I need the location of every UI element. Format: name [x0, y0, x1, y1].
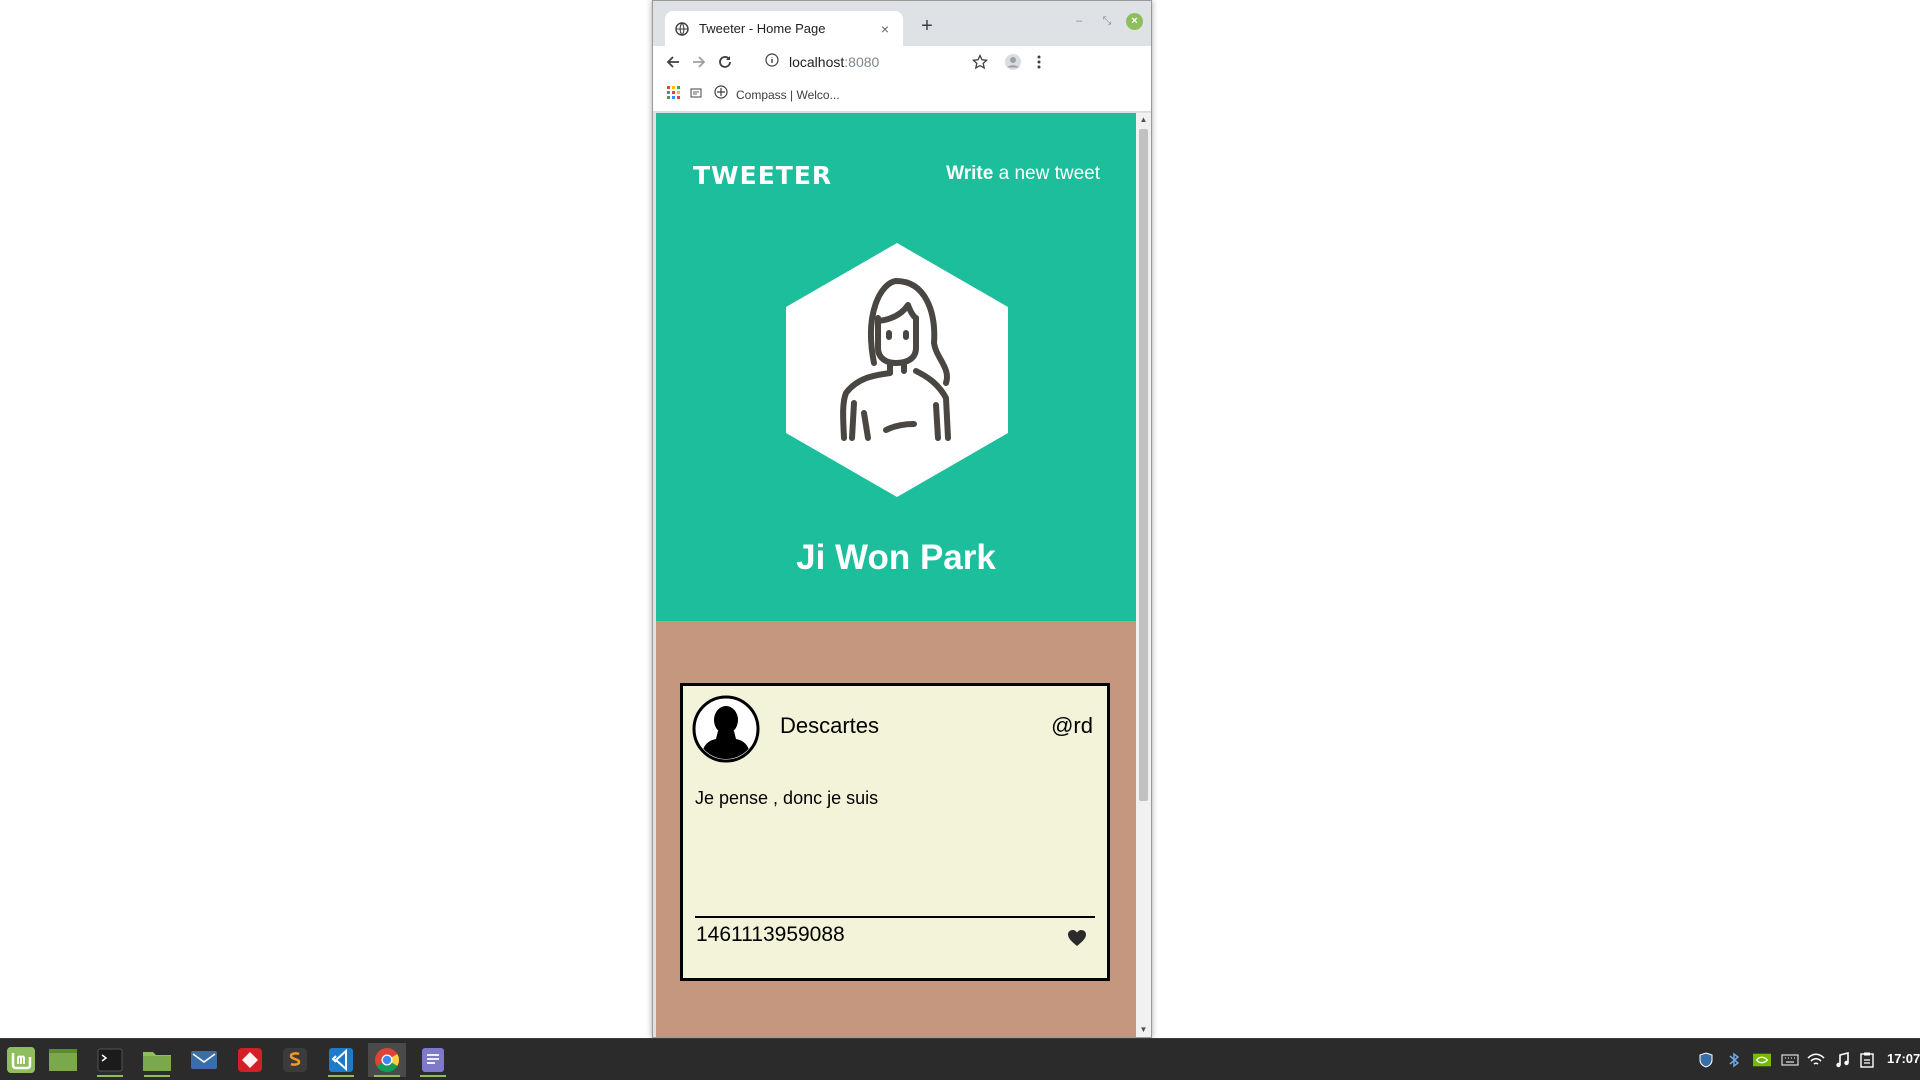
app-logo[interactable]: TWEETER	[693, 161, 832, 190]
tweet-card: Descartes @rd Je pense , donc je suis 14…	[680, 683, 1110, 981]
write-link-rest: a new tweet	[993, 163, 1100, 184]
clipboard-icon[interactable]	[1858, 1051, 1876, 1069]
tab-title: Tweeter - Home Page	[699, 21, 826, 36]
tweet-divider	[695, 916, 1095, 918]
tweet-text: Je pense , donc je suis	[695, 788, 879, 808]
bookmarks-bar: Compass | Welco...	[653, 78, 1151, 112]
tweet-author-handle: @rd	[1051, 713, 1093, 738]
nvidia-icon[interactable]	[1753, 1051, 1771, 1069]
music-icon[interactable]	[1833, 1051, 1851, 1069]
browser-toolbar: localhost :8080	[653, 46, 1151, 78]
taskbar: 17:07	[0, 1038, 1920, 1080]
scroll-thumb[interactable]	[1139, 129, 1148, 801]
new-tab-button[interactable]: +	[915, 14, 939, 38]
anydesk-icon[interactable]	[231, 1043, 269, 1077]
browser-tab[interactable]: Tweeter - Home Page ×	[665, 11, 903, 46]
bookmark-compass[interactable]: Compass | Welco...	[736, 88, 840, 102]
url-host: localhost	[789, 54, 845, 70]
tweet-author-name: Descartes	[780, 713, 880, 738]
profile-header: TWEETER Write a new tweet Ji Won Park	[656, 113, 1136, 621]
profile-avatar	[786, 243, 1008, 502]
mint-menu-icon[interactable]	[2, 1043, 40, 1077]
restore-icon[interactable]: ⤡	[1099, 13, 1115, 29]
star-icon[interactable]	[968, 50, 992, 74]
text-editor-icon[interactable]	[414, 1043, 452, 1077]
page-scrollbar[interactable]: ▲ ▼	[1136, 113, 1151, 1037]
taskbar-clock[interactable]: 17:07	[1887, 1051, 1920, 1066]
chrome-icon[interactable]	[368, 1043, 406, 1077]
bluetooth-icon[interactable]	[1725, 1051, 1743, 1069]
tweet-author-avatar	[692, 695, 760, 763]
profile-icon[interactable]	[1001, 50, 1025, 74]
browser-window: Tweeter - Home Page × + ‒ ⤡ × localhost …	[652, 0, 1152, 1038]
scroll-up-icon[interactable]: ▲	[1136, 113, 1151, 127]
keyboard-icon[interactable]	[1781, 1051, 1799, 1069]
tweet-timestamp: 1461113959088	[696, 923, 845, 946]
globe-icon	[675, 21, 689, 36]
scroll-down-icon[interactable]: ▼	[1136, 1023, 1151, 1037]
tab-close-icon[interactable]: ×	[877, 21, 893, 37]
compass-icon[interactable]	[714, 85, 728, 104]
shield-icon[interactable]	[1697, 1051, 1715, 1069]
apps-grid-icon[interactable]	[667, 85, 680, 104]
close-window-icon[interactable]: ×	[1126, 13, 1143, 30]
mail-icon[interactable]	[185, 1043, 223, 1077]
tab-strip: Tweeter - Home Page × + ‒ ⤡ ×	[653, 1, 1151, 46]
vscode-icon[interactable]	[322, 1043, 360, 1077]
wifi-icon[interactable]	[1807, 1051, 1825, 1069]
url-port: :8080	[844, 54, 880, 70]
heart-icon[interactable]	[1067, 929, 1087, 947]
menu-kebab-icon[interactable]	[1027, 50, 1051, 74]
write-tweet-link[interactable]: Write a new tweet	[946, 163, 1100, 185]
desktop-icon[interactable]	[44, 1043, 82, 1077]
tweet-feed: Descartes @rd Je pense , donc je suis 14…	[656, 621, 1136, 1037]
files-icon[interactable]	[138, 1043, 176, 1077]
info-icon[interactable]	[765, 52, 779, 72]
bookmark-favicon-icon[interactable]	[690, 86, 702, 104]
terminal-icon[interactable]	[91, 1043, 129, 1077]
forward-icon[interactable]	[687, 50, 711, 74]
page-viewport: TWEETER Write a new tweet Ji Won Park De…	[656, 113, 1136, 1037]
reload-icon[interactable]	[713, 50, 737, 74]
minimize-icon[interactable]: ‒	[1071, 13, 1087, 29]
back-icon[interactable]	[661, 50, 685, 74]
sublime-text-icon[interactable]	[276, 1043, 314, 1077]
write-link-bold: Write	[946, 163, 994, 184]
profile-name: Ji Won Park	[796, 538, 996, 577]
